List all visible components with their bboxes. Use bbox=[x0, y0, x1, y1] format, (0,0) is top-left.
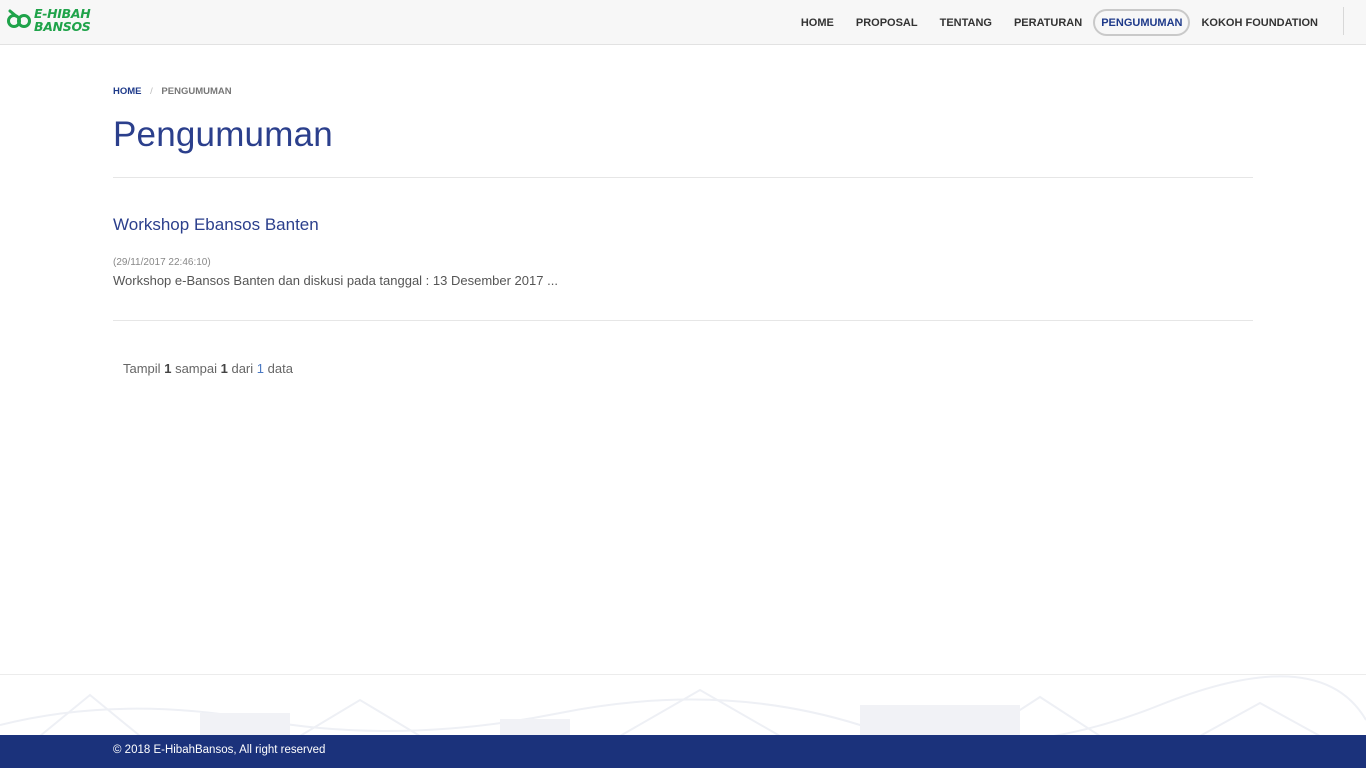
post-title-link[interactable]: Workshop Ebansos Banten bbox=[113, 215, 319, 235]
nav-home[interactable]: HOME bbox=[790, 9, 845, 36]
logo-wordmark: E-HIBAH BANSOS bbox=[34, 7, 91, 33]
pagination-of-label: dari bbox=[231, 361, 254, 376]
nav-tentang[interactable]: TENTANG bbox=[929, 9, 1003, 36]
pagination-to: 1 bbox=[220, 361, 228, 376]
pagination-total: 1 bbox=[256, 361, 265, 376]
post-divider bbox=[113, 320, 1253, 321]
nav-pengumuman[interactable]: PENGUMUMAN bbox=[1093, 9, 1191, 36]
nav-proposal[interactable]: PROPOSAL bbox=[845, 9, 929, 36]
breadcrumb-home-link[interactable]: HOME bbox=[113, 86, 142, 97]
pagination-suffix: data bbox=[267, 361, 293, 376]
site-logo[interactable]: E-HIBAH BANSOS bbox=[6, 6, 108, 34]
breadcrumb: HOME / PENGUMUMAN bbox=[113, 86, 232, 97]
footer-map-background bbox=[0, 675, 1366, 735]
main-nav: HOME PROPOSAL TENTANG PERATURAN PENGUMUM… bbox=[790, 9, 1329, 36]
nav-divider bbox=[1343, 7, 1344, 35]
post-date: (29/11/2017 22:46:10) bbox=[113, 257, 211, 268]
post-excerpt: Workshop e-Bansos Banten dan diskusi pad… bbox=[113, 273, 558, 288]
breadcrumb-current: PENGUMUMAN bbox=[161, 86, 232, 97]
pagination-prefix: Tampil bbox=[123, 361, 161, 376]
page-title: Pengumuman bbox=[113, 115, 333, 154]
copyright-text: © 2018 E-HibahBansos, All right reserved bbox=[113, 744, 326, 756]
nav-peraturan[interactable]: PERATURAN bbox=[1003, 9, 1093, 36]
logo-line-2: BANSOS bbox=[34, 19, 91, 34]
footer-map-band bbox=[0, 674, 1366, 735]
site-header: E-HIBAH BANSOS HOME PROPOSAL TENTANG PER… bbox=[0, 0, 1366, 45]
logo-mark-icon bbox=[7, 9, 31, 28]
nav-kokoh-foundation[interactable]: KOKOH FOUNDATION bbox=[1190, 9, 1329, 36]
breadcrumb-separator: / bbox=[150, 86, 153, 97]
pagination-from: 1 bbox=[164, 361, 172, 376]
title-divider bbox=[113, 177, 1253, 178]
pagination-to-label: sampai bbox=[175, 361, 217, 376]
pagination-info: Tampil 1 sampai 1 dari 1 data bbox=[123, 361, 293, 376]
site-footer: © 2018 E-HibahBansos, All right reserved bbox=[0, 735, 1366, 768]
